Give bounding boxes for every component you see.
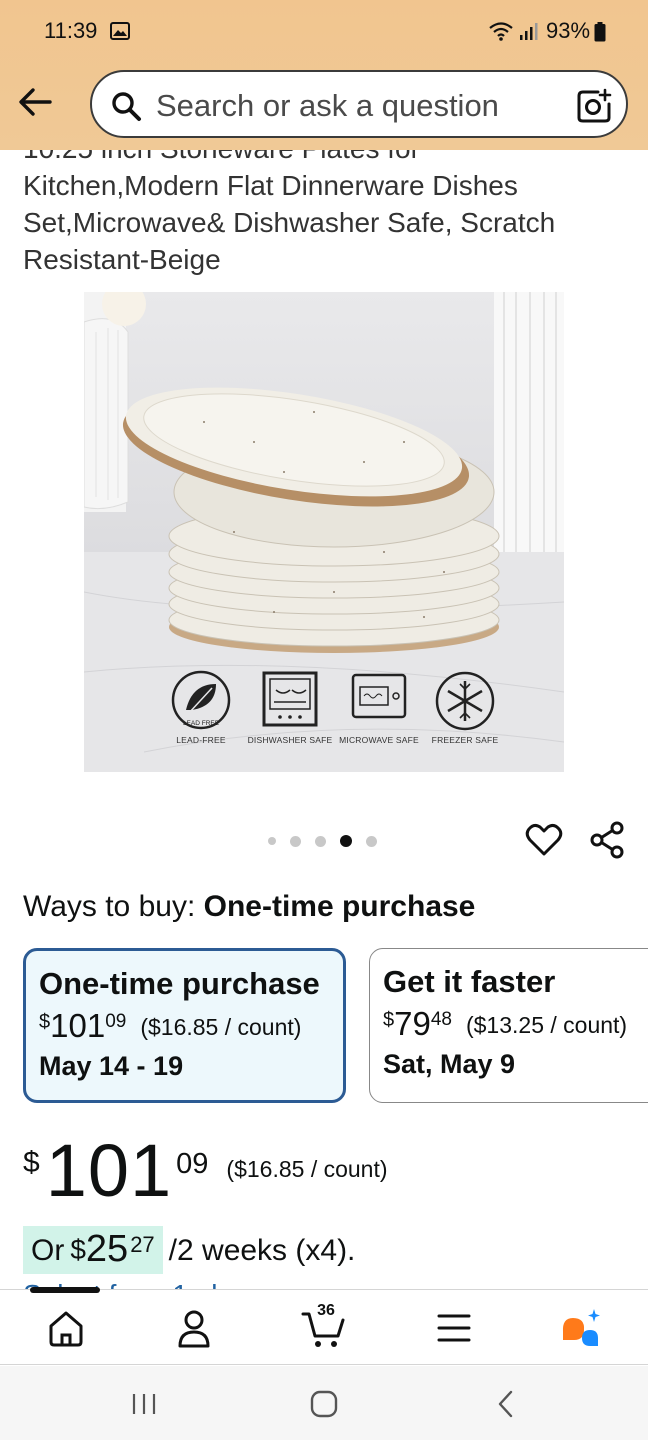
android-system-bar <box>0 1366 648 1440</box>
feature-label-lead-free: LEAD-FREE <box>176 735 226 745</box>
image-carousel-dots[interactable] <box>268 834 377 848</box>
currency-symbol: $ <box>383 1009 395 1031</box>
battery-percentage: 93% <box>546 18 591 43</box>
carousel-dot[interactable] <box>290 835 301 847</box>
carousel-dot[interactable] <box>315 835 326 847</box>
unit-price: ($16.85 / count) <box>226 1156 388 1182</box>
cart-button[interactable]: 36 <box>300 1302 348 1350</box>
delivery-date: May 14 - 19 <box>39 1051 184 1081</box>
cart-count-badge: 36 <box>317 1302 335 1319</box>
share-icon[interactable] <box>588 820 628 860</box>
back-system-icon[interactable] <box>486 1388 526 1420</box>
wifi-icon <box>489 22 513 41</box>
option-price: $ 101 09 ($16.85 / count) <box>39 1009 330 1043</box>
status-time: 11:39 <box>44 18 98 43</box>
status-bar: 11:39 93% <box>0 0 648 62</box>
search-placeholder: Search or ask a question <box>156 88 499 123</box>
feature-label-freezer-safe: FREEZER SAFE <box>431 735 499 745</box>
header: 11:39 93% Search or ask a question <box>0 0 648 150</box>
option-title: Get it faster <box>383 964 556 999</box>
gallery-notification-icon <box>110 22 130 40</box>
lead-free-badge-text: LEAD FREE <box>183 720 220 727</box>
feature-label-microwave-safe: MICROWAVE SAFE <box>339 735 419 745</box>
installment-offer[interactable]: Or $ 25 27 /2 weeks (x4). <box>23 1226 355 1274</box>
price-whole: 101 <box>50 1007 106 1044</box>
feature-label-dishwasher-safe: DISHWASHER SAFE <box>247 735 333 745</box>
installment-highlight: Or $ 25 27 <box>23 1226 163 1274</box>
carousel-dot[interactable] <box>366 835 377 847</box>
recent-apps-icon[interactable] <box>124 1388 164 1420</box>
search-icon <box>112 92 141 121</box>
product-image[interactable]: LEAD FREE LEAD-FREE DISHWASHER SAFE MICR… <box>84 292 564 772</box>
main-price: $ 101 09 ($16.85 / count) <box>23 1129 388 1212</box>
product-title-text: Kitchen,Modern Flat Dinnerware Dishes Se… <box>23 170 556 275</box>
price-fraction: 48 <box>430 1009 452 1030</box>
rufus-icon[interactable] <box>558 1306 606 1350</box>
currency-symbol: $ <box>70 1234 86 1265</box>
ways-to-buy-heading: Ways to buy: One-time purchase <box>23 890 475 924</box>
home-system-icon[interactable] <box>304 1388 344 1420</box>
battery-icon <box>594 22 606 42</box>
currency-symbol: $ <box>39 1011 51 1033</box>
plates-photo: LEAD FREE <box>84 292 564 772</box>
one-time-purchase-option[interactable]: One-time purchase $ 101 09 ($16.85 / cou… <box>23 948 346 1103</box>
get-it-faster-option[interactable]: Get it faster $ 79 48 ($13.25 / count) S… <box>369 948 648 1103</box>
option-title: One-time purchase <box>39 966 320 1001</box>
product-title: 10.25 inch Stoneware Plates for Kitchen,… <box>23 130 623 278</box>
installment-fraction: 27 <box>130 1232 155 1257</box>
active-tab-indicator <box>30 1287 100 1293</box>
search-input[interactable]: Search or ask a question <box>90 70 628 138</box>
price-fraction: 09 <box>176 1148 209 1180</box>
installment-suffix: /2 weeks (x4). <box>168 1234 356 1267</box>
camera-search-icon[interactable] <box>576 88 612 124</box>
currency-symbol: $ <box>23 1146 40 1179</box>
ways-to-buy-label: Ways to buy: <box>23 890 204 923</box>
signal-icon <box>520 23 538 40</box>
delivery-date: Sat, May 9 <box>383 1049 516 1079</box>
account-icon[interactable] <box>170 1306 218 1350</box>
bottom-navigation: 36 <box>0 1287 648 1365</box>
price-fraction: 09 <box>105 1011 127 1032</box>
installment-prefix: Or <box>31 1234 65 1267</box>
ways-to-buy-selected: One-time purchase <box>203 890 476 923</box>
back-arrow-button[interactable] <box>16 84 56 120</box>
carousel-dot-active[interactable] <box>340 835 352 847</box>
home-icon[interactable] <box>42 1306 90 1350</box>
unit-price: ($13.25 / count) <box>465 1012 628 1038</box>
carousel-dot[interactable] <box>268 837 276 845</box>
menu-icon[interactable] <box>430 1306 478 1350</box>
price-whole: 79 <box>394 1005 431 1042</box>
unit-price: ($16.85 / count) <box>140 1014 302 1040</box>
option-price: $ 79 48 ($13.25 / count) <box>383 1007 648 1041</box>
heart-icon[interactable] <box>524 820 564 860</box>
installment-whole: 25 <box>85 1228 129 1270</box>
price-whole: 101 <box>45 1129 173 1212</box>
